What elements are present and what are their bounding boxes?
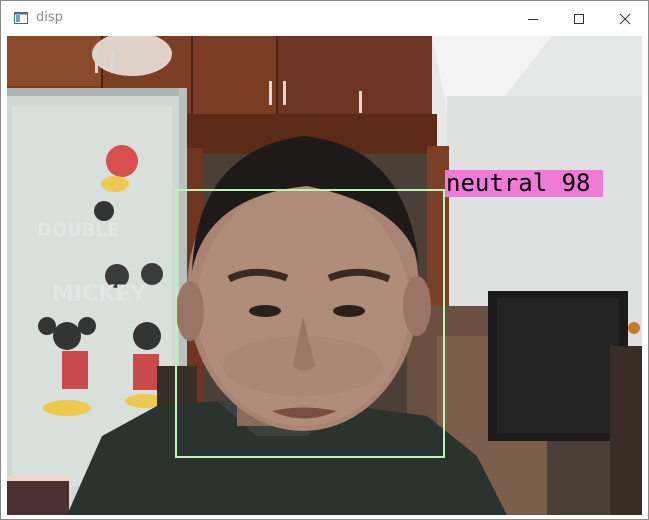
minimize-icon — [528, 19, 538, 20]
maximize-button[interactable] — [556, 1, 602, 36]
window-title: disp — [36, 10, 63, 25]
camera-feed: DOUBLE MICKEY neutral 98 — [7, 36, 642, 515]
maximize-icon — [574, 14, 584, 24]
close-button[interactable] — [602, 1, 648, 36]
emotion-label: neutral 98 — [445, 170, 603, 197]
app-window: disp DOUBLE MICKEY neutral 98 — [0, 0, 649, 520]
close-icon — [619, 13, 631, 25]
title-bar[interactable]: disp — [1, 1, 648, 36]
minimize-button[interactable] — [510, 1, 556, 36]
svg-text:DOUBLE: DOUBLE — [37, 220, 119, 241]
face-detection-box — [175, 189, 445, 458]
app-window-icon — [14, 12, 28, 24]
svg-text:MICKEY: MICKEY — [52, 282, 147, 307]
